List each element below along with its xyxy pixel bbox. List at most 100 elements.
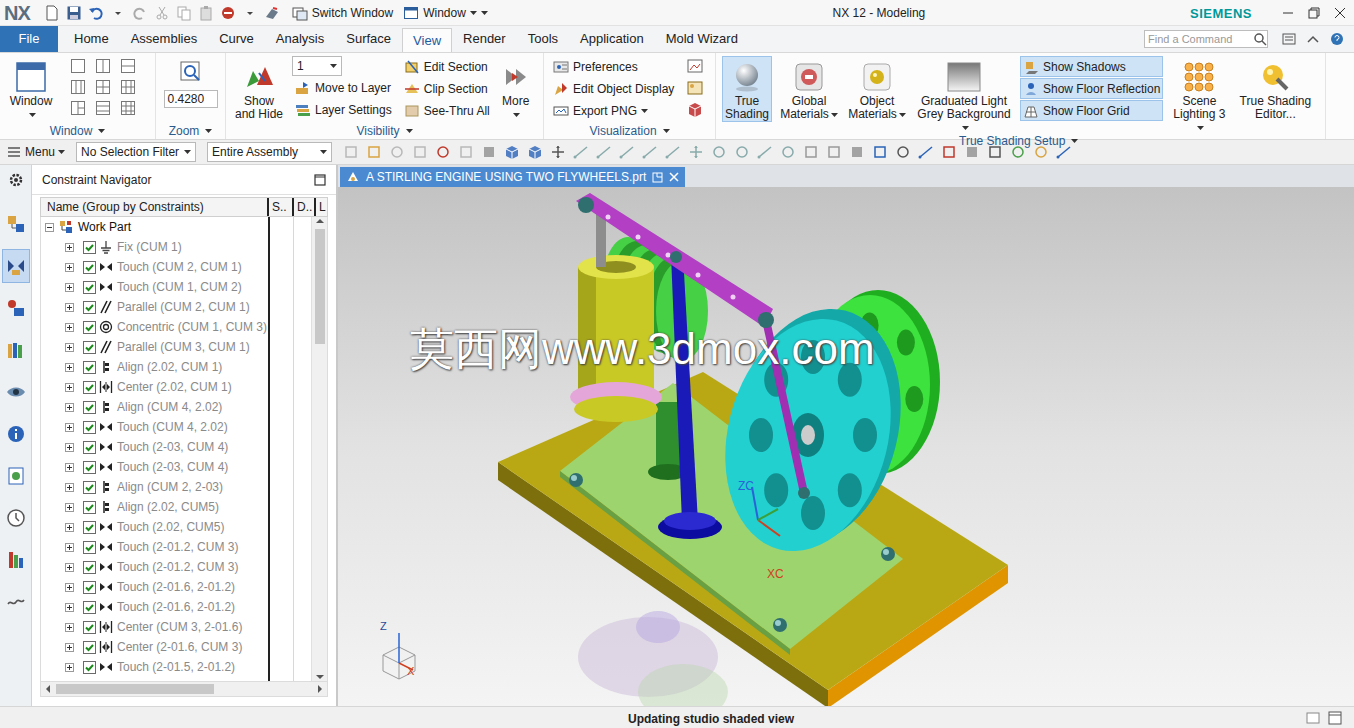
toolbar-button[interactable] [387, 144, 407, 160]
section-command-button[interactable]: See-Thru All [401, 100, 493, 121]
work-layer-dropdown[interactable]: 1 [292, 56, 342, 76]
undock-tab-button[interactable] [652, 172, 663, 183]
visualization-command-button[interactable]: Preferences [550, 56, 677, 77]
expand-toggle[interactable] [65, 343, 74, 352]
constraint-row[interactable]: Touch (2-03, CUM 4) [41, 457, 311, 477]
expand-toggle[interactable] [65, 643, 74, 652]
materials-button[interactable]: Object Materials [846, 56, 908, 122]
section-command-button[interactable]: Clip Section [401, 78, 493, 99]
expand-toggle[interactable] [65, 663, 74, 672]
constraint-checkbox[interactable] [83, 581, 96, 594]
constraint-row[interactable]: Concentric (CUM 1, CUM 3) [41, 317, 311, 337]
toolbar-button[interactable] [709, 144, 729, 160]
toolbar-button[interactable] [456, 144, 476, 160]
constraint-checkbox[interactable] [83, 501, 96, 514]
constraint-checkbox[interactable] [83, 461, 96, 474]
constraint-checkbox[interactable] [83, 321, 96, 334]
selection-scope-dropdown[interactable]: Entire Assembly [207, 142, 332, 162]
true-shading-editor-button[interactable]: True Shading Editor... [1235, 56, 1315, 122]
resource-bar-tab[interactable] [2, 543, 30, 577]
constraint-row[interactable]: Touch (2-01.6, 2-01.2) [41, 597, 311, 617]
expand-toggle[interactable] [65, 583, 74, 592]
show-and-hide-button[interactable]: Show and Hide [232, 56, 286, 122]
expand-toggle[interactable] [65, 363, 74, 372]
ribbon-tab[interactable]: Mold Wizard [655, 26, 749, 52]
layout-button[interactable] [95, 79, 111, 95]
constraint-row[interactable]: Align (2.02, CUM5) [41, 497, 311, 517]
constraint-row[interactable]: Touch (2-01.2, CUM 3) [41, 557, 311, 577]
resource-bar-tab[interactable] [2, 291, 30, 325]
toolbar-button[interactable] [479, 144, 499, 160]
command-finder[interactable] [1144, 30, 1268, 48]
ribbon-tab[interactable]: View [402, 28, 452, 52]
resource-bar-tab[interactable] [2, 459, 30, 493]
constraint-checkbox[interactable] [83, 601, 96, 614]
true-shading-button[interactable]: True Shading [722, 56, 772, 122]
expand-toggle[interactable] [65, 463, 74, 472]
expand-toggle[interactable] [65, 523, 74, 532]
constraint-row[interactable]: Touch (2.02, CUM5) [41, 517, 311, 537]
constraint-row[interactable]: Align (CUM 4, 2.02) [41, 397, 311, 417]
layout-button[interactable] [70, 58, 86, 74]
constraint-row[interactable]: Touch (2-01.2, CUM 3) [41, 537, 311, 557]
toolbar-button[interactable] [916, 144, 936, 160]
toolbar-button[interactable] [548, 144, 568, 160]
expand-toggle[interactable] [65, 303, 74, 312]
constraint-checkbox[interactable] [83, 481, 96, 494]
ribbon-tab[interactable]: Surface [335, 26, 402, 52]
constraint-checkbox[interactable] [83, 401, 96, 414]
toolbar-button[interactable] [732, 144, 752, 160]
expand-toggle[interactable] [65, 283, 74, 292]
toolbar-button[interactable] [410, 144, 430, 160]
zoom-scale-field[interactable]: 0.4280 [164, 90, 218, 108]
expand-toggle[interactable] [65, 443, 74, 452]
constraint-row[interactable]: Touch (CUM 2, CUM 1) [41, 257, 311, 277]
floor-toggle-button[interactable]: Show Floor Reflection [1020, 78, 1163, 99]
materials-button[interactable]: Graduated Light Grey Background [914, 56, 1014, 135]
resource-bar-tab[interactable] [2, 207, 30, 241]
toolbar-button[interactable] [893, 144, 913, 160]
constraint-checkbox[interactable] [83, 361, 96, 374]
toolbar-button[interactable] [686, 144, 706, 160]
toolbar-button[interactable] [939, 144, 959, 160]
toolbar-button[interactable] [755, 144, 775, 160]
constraint-checkbox[interactable] [83, 541, 96, 554]
constraint-row[interactable]: Touch (2-01.6, 2-01.2) [41, 577, 311, 597]
toolbar-button[interactable] [433, 144, 453, 160]
expand-toggle[interactable] [65, 423, 74, 432]
layout-button[interactable] [120, 100, 136, 116]
resource-bar-tab[interactable] [2, 249, 30, 283]
expand-toggle[interactable] [65, 243, 74, 252]
toolbar-button[interactable] [364, 144, 384, 160]
ribbon-tab[interactable]: Assemblies [120, 26, 208, 52]
toolbar-button[interactable] [594, 144, 614, 160]
graphics-canvas[interactable]: ZCXCZX莫西网www.3dmox.com [338, 187, 1354, 706]
selection-filter-dropdown[interactable]: No Selection Filter [76, 142, 196, 162]
minimize-button[interactable] [1282, 7, 1294, 19]
switch-window-button[interactable]: Switch Window [292, 4, 393, 22]
materials-button[interactable]: Global Materials [778, 56, 840, 122]
layout-button[interactable] [120, 58, 136, 74]
toolbar-button[interactable] [801, 144, 821, 160]
layout-button[interactable] [95, 58, 111, 74]
constraint-row[interactable]: Align (CUM 2, 2-03) [41, 477, 311, 497]
ribbon-tab[interactable]: File [0, 26, 58, 52]
toolbar-button[interactable] [341, 144, 361, 160]
scrollbar-thumb[interactable] [56, 684, 214, 694]
expand-toggle[interactable] [65, 603, 74, 612]
ribbon-tab[interactable]: Application [569, 26, 655, 52]
window-menu-button[interactable]: Window [403, 4, 488, 22]
restore-button[interactable] [1308, 7, 1320, 19]
expand-toggle[interactable] [65, 263, 74, 272]
constraint-checkbox[interactable] [83, 381, 96, 394]
toolbar-button[interactable] [525, 144, 545, 160]
floor-toggle-button[interactable]: Show Floor Grid [1020, 100, 1163, 121]
constraint-checkbox[interactable] [83, 561, 96, 574]
constraint-checkbox[interactable] [83, 261, 96, 274]
expand-toggle[interactable] [65, 483, 74, 492]
visualization-command-button[interactable]: Edit Object Display [550, 78, 677, 99]
tree-row[interactable]: Work Part [41, 217, 311, 237]
scrollbar-thumb[interactable] [315, 229, 325, 344]
ribbon-tab[interactable]: Analysis [265, 26, 335, 52]
stirling-engine-model[interactable] [338, 187, 1352, 706]
